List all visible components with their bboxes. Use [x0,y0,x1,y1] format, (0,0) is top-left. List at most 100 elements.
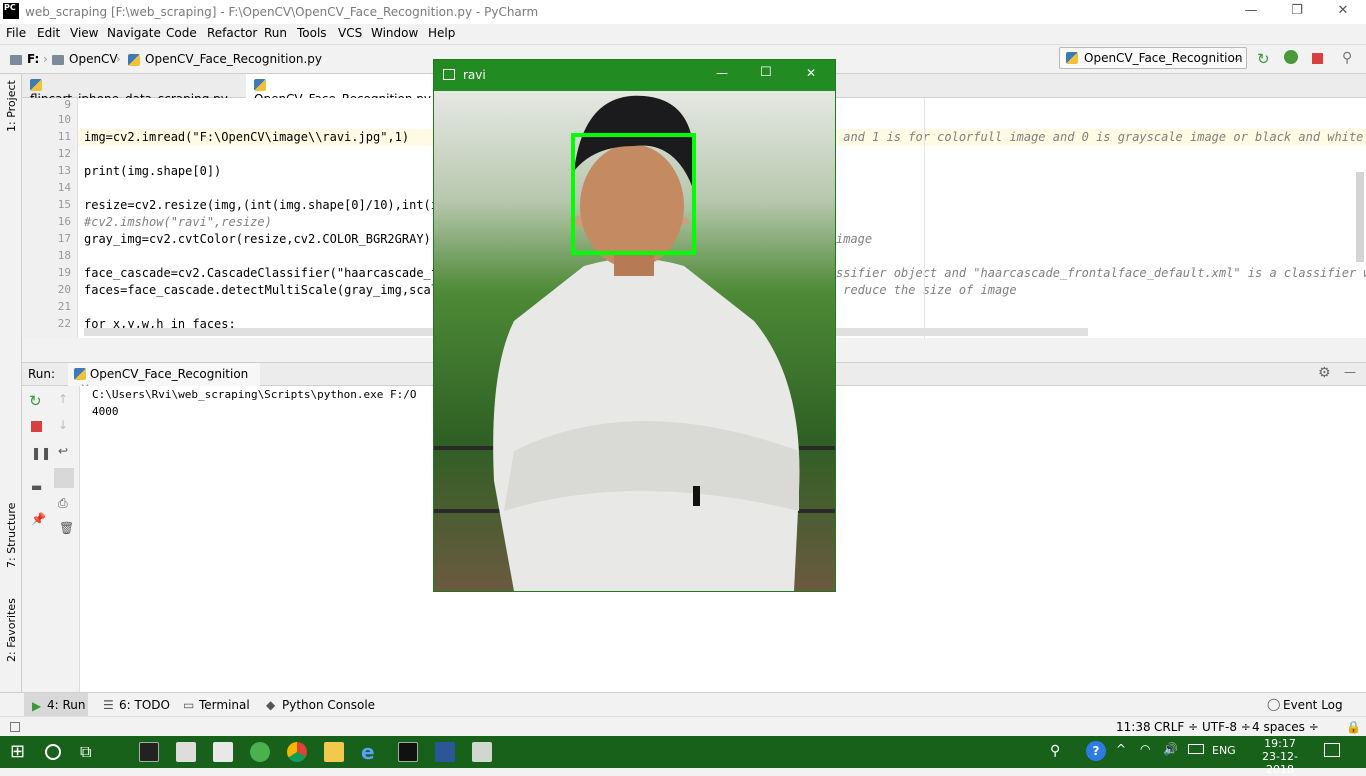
code-line-16[interactable]: #cv2.imshow("ravi",resize) [84,215,272,229]
file-explorer-icon[interactable] [324,742,344,762]
menu-window[interactable]: Window [371,26,418,40]
indent-setting[interactable]: 4 spaces ÷ [1252,720,1319,734]
wifi-icon[interactable]: ◠ [1140,742,1150,756]
file-encoding[interactable]: UTF-8 ÷ [1202,720,1251,734]
breadcrumb-file[interactable]: OpenCV_Face_Recognition.py [145,52,322,66]
code-line-17[interactable]: gray_img=cv2.cvtColor(resize,cv2.COLOR_B… [84,232,431,246]
tab-python-console[interactable]: Python Console [282,698,375,712]
run-tab-label: OpenCV_Face_Recognition [89,367,249,381]
print-icon[interactable]: ⎙ [58,496,68,511]
chrome-icon[interactable] [287,742,307,762]
cortana-icon[interactable] [45,744,61,760]
windows-start-icon[interactable]: ⊞ [10,742,30,762]
debug-bug-icon[interactable] [1284,50,1298,64]
minimize-panel-icon[interactable]: — [1344,365,1356,379]
menu-file[interactable]: File [6,26,26,40]
people-icon[interactable]: ⚲ [1050,743,1060,759]
favorites-tool-tab[interactable]: 2: Favorites [5,598,18,662]
store-icon[interactable] [213,742,233,762]
right-margin-guide [924,98,925,338]
chevron-up-icon[interactable]: ^ [1116,742,1126,756]
down-arrow-icon[interactable]: ↓ [58,418,68,432]
menu-edit[interactable]: Edit [37,26,60,40]
menu-vcs[interactable]: VCS [338,26,362,40]
tab-flipcart[interactable]: flipcart_iphone_data_scraping.py ✕ [22,74,244,120]
trash-icon[interactable]: 🗑 [59,521,74,535]
breadcrumb-drive[interactable]: F: [27,52,39,66]
menu-bar: File Edit View Navigate Code Refactor Ru… [0,24,1366,44]
todo-icon: ☰ [103,698,114,712]
search-icon[interactable]: ⚲ [1342,50,1352,66]
close-button[interactable]: ✕ [806,66,816,80]
line-number: 9 [64,98,71,111]
opencv-window-icon[interactable] [472,742,492,762]
menu-run[interactable]: Run [264,26,287,40]
pin-icon[interactable]: 📌 [31,512,46,526]
image-window-title: ravi [463,68,486,82]
code-line-15[interactable]: resize=cv2.resize(img,(int(img.shape[0]/… [84,198,445,212]
lock-icon[interactable]: 🔒 [1346,720,1361,734]
scroll-to-end-icon[interactable] [54,468,74,488]
line-separator[interactable]: CRLF ÷ [1154,720,1198,734]
image-window[interactable]: ravi — ☐ ✕ [433,59,836,592]
run-tab[interactable]: OpenCV_Face_Recognition ✕ [68,363,260,395]
image-window-titlebar[interactable]: ravi — ☐ ✕ [434,60,835,91]
menu-navigate[interactable]: Navigate [107,26,161,40]
utorrent-icon[interactable] [250,742,270,762]
breadcrumb-folder[interactable]: OpenCV [69,52,118,66]
mail-icon[interactable] [176,742,196,762]
layout-icon[interactable]: ▬ [31,480,42,494]
structure-tool-tab[interactable]: 7: Structure [5,503,18,568]
layout-toggle-icon[interactable] [10,722,20,732]
volume-icon[interactable]: 🔊 [1163,742,1178,756]
tab-todo[interactable]: 6: TODO [119,698,170,712]
minimize-button[interactable]: — [716,66,728,80]
input-language[interactable]: ENG [1212,744,1236,757]
edge-icon[interactable]: e [361,742,381,762]
up-arrow-icon[interactable]: ↑ [58,392,68,406]
event-log[interactable]: Event Log [1283,698,1343,712]
tab-terminal[interactable]: Terminal [199,698,250,712]
clock[interactable]: 19:17 23-12-2018 [1250,737,1310,776]
tab-run-label[interactable]: 4: Run [47,698,86,712]
pause-icon[interactable]: ❚❚ [31,446,51,460]
minimize-button[interactable]: — [1228,0,1274,24]
menu-code[interactable]: Code [166,26,197,40]
code-comment: image [836,232,873,246]
rerun-icon[interactable]: ↻ [1257,50,1270,68]
window-icon [443,69,455,80]
task-view-icon[interactable]: ⧉ [80,742,100,762]
project-tool-tab[interactable]: 1: Project [5,80,18,132]
line-number: 18 [57,249,71,262]
run-config-select[interactable]: OpenCV_Face_Recognition ⌄ [1059,47,1247,69]
event-log-icon: ◯ [1267,697,1281,711]
pycharm-icon[interactable] [398,742,418,762]
cmd-icon[interactable] [139,742,159,762]
menu-refactor[interactable]: Refactor [207,26,257,40]
menu-tools[interactable]: Tools [297,26,327,40]
code-line-19[interactable]: face_cascade=cv2.CascadeClassifier("haar… [84,266,445,280]
code-line-20[interactable]: faces=face_cascade.detectMultiScale(gray… [84,283,445,297]
rerun-icon[interactable]: ↻ [29,392,42,410]
battery-icon[interactable] [1188,744,1204,754]
soft-wrap-icon[interactable]: ↩ [58,444,68,458]
code-line-11[interactable]: img=cv2.imread("F:\OpenCV\image\\ravi.jp… [84,130,409,144]
caret-position[interactable]: 11:38 [1116,720,1151,734]
word-icon[interactable] [435,742,455,762]
help-icon[interactable]: ? [1086,741,1106,761]
menu-view[interactable]: View [70,26,98,40]
line-number: 21 [57,300,71,313]
close-button[interactable]: ✕ [1320,0,1366,24]
gear-icon[interactable]: ⚙ [1318,365,1331,381]
maximize-button[interactable]: ☐ [760,65,772,80]
code-line-13[interactable]: print(img.shape[0]) [84,164,221,178]
line-number: 15 [57,198,71,211]
stop-icon[interactable] [1312,53,1323,64]
notifications-icon[interactable] [1324,743,1340,757]
editor-scrollbar[interactable] [1356,172,1364,262]
menu-help[interactable]: Help [428,26,455,40]
restore-button[interactable]: ❐ [1274,0,1320,24]
stop-icon[interactable] [31,421,42,432]
bottom-tool-tabs: ▶ 4: Run ☰ 6: TODO ▭ Terminal ◆ Python C… [0,692,1366,717]
tab-opencv-face-recognition[interactable]: OpenCV_Face_Recognition.py [246,74,446,106]
